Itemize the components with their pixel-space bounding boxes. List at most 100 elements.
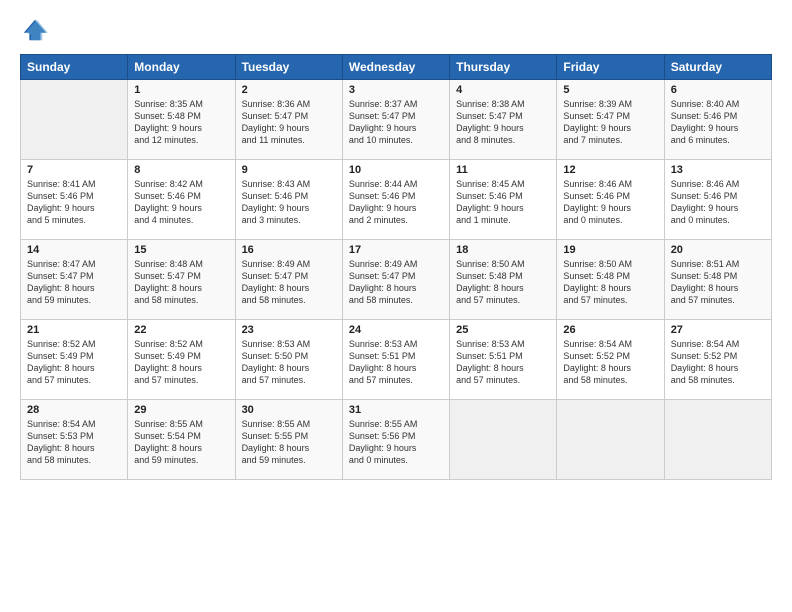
calendar-cell: 7 Sunrise: 8:41 AM Sunset: 5:46 PM Daylig… — [21, 160, 128, 240]
calendar-cell: 8Sunrise: 8:42 AM Sunset: 5:46 PM Daylig… — [128, 160, 235, 240]
calendar-cell — [450, 400, 557, 480]
calendar-cell: 15 Sunrise: 8:48 AM Sunset: 5:47 PM Dayli… — [128, 240, 235, 320]
day-info: Sunrise: 8:50 AM Sunset: 5:48 PM Dayligh… — [563, 258, 657, 307]
day-info: Sunrise: 8:38 AM Sunset: 5:47 PM Dayligh… — [456, 98, 550, 147]
day-info: Sunrise: 8:53 AM Sunset: 5:51 PM Dayligh… — [349, 338, 443, 387]
day-info: Sunrise: 8:41 AM Sunset: 5:46 PM Dayligh… — [27, 178, 121, 227]
calendar-cell: 11 Sunrise: 8:45 AM Sunset: 5:46 PM Dayli… — [450, 160, 557, 240]
day-info: Sunrise: 8:53 AM Sunset: 5:51 PM Dayligh… — [456, 338, 550, 387]
weekday-header-thursday: Thursday — [450, 55, 557, 80]
day-info: Sunrise: 8:49 AM Sunset: 5:47 PM Dayligh… — [349, 258, 443, 307]
day-number: 13 — [671, 164, 765, 176]
day-number: 28 — [27, 404, 121, 416]
day-info: Sunrise: 8:51 AM Sunset: 5:48 PM Dayligh… — [671, 258, 765, 307]
day-number: 17 — [349, 244, 443, 256]
weekday-header-row: SundayMondayTuesdayWednesdayThursdayFrid… — [21, 55, 772, 80]
day-info: Sunrise: 8:54 AM Sunset: 5:53 PM Dayligh… — [27, 418, 121, 467]
logo-icon — [20, 16, 48, 44]
day-info: Sunrise: 8:49 AM Sunset: 5:47 PM Dayligh… — [242, 258, 336, 307]
calendar-cell: 19Sunrise: 8:50 AM Sunset: 5:48 PM Dayli… — [557, 240, 664, 320]
calendar-cell: 10 Sunrise: 8:44 AM Sunset: 5:46 PM Dayli… — [342, 160, 449, 240]
day-info: Sunrise: 8:43 AM Sunset: 5:46 PM Dayligh… — [242, 178, 336, 227]
day-info: Sunrise: 8:55 AM Sunset: 5:55 PM Dayligh… — [242, 418, 336, 467]
day-number: 3 — [349, 84, 443, 96]
calendar-cell: 14 Sunrise: 8:47 AM Sunset: 5:47 PM Dayli… — [21, 240, 128, 320]
calendar-table: SundayMondayTuesdayWednesdayThursdayFrid… — [20, 54, 772, 480]
weekday-header-wednesday: Wednesday — [342, 55, 449, 80]
calendar-cell: 24 Sunrise: 8:53 AM Sunset: 5:51 PM Dayli… — [342, 320, 449, 400]
calendar-cell: 18Sunrise: 8:50 AM Sunset: 5:48 PM Dayli… — [450, 240, 557, 320]
calendar-cell: 23 Sunrise: 8:53 AM Sunset: 5:50 PM Dayli… — [235, 320, 342, 400]
calendar-cell: 22Sunrise: 8:52 AM Sunset: 5:49 PM Dayli… — [128, 320, 235, 400]
day-number: 4 — [456, 84, 550, 96]
day-info: Sunrise: 8:46 AM Sunset: 5:46 PM Dayligh… — [671, 178, 765, 227]
day-number: 26 — [563, 324, 657, 336]
day-number: 31 — [349, 404, 443, 416]
day-number: 29 — [134, 404, 228, 416]
calendar-cell: 30 Sunrise: 8:55 AM Sunset: 5:55 PM Dayli… — [235, 400, 342, 480]
calendar-cell: 12 Sunrise: 8:46 AM Sunset: 5:46 PM Dayli… — [557, 160, 664, 240]
calendar-cell: 25 Sunrise: 8:53 AM Sunset: 5:51 PM Dayli… — [450, 320, 557, 400]
calendar-cell: 21Sunrise: 8:52 AM Sunset: 5:49 PM Dayli… — [21, 320, 128, 400]
calendar-cell: 4 Sunrise: 8:38 AM Sunset: 5:47 PM Daylig… — [450, 80, 557, 160]
calendar-week-row: 7 Sunrise: 8:41 AM Sunset: 5:46 PM Daylig… — [21, 160, 772, 240]
day-number: 15 — [134, 244, 228, 256]
day-info: Sunrise: 8:50 AM Sunset: 5:48 PM Dayligh… — [456, 258, 550, 307]
day-number: 11 — [456, 164, 550, 176]
day-info: Sunrise: 8:47 AM Sunset: 5:47 PM Dayligh… — [27, 258, 121, 307]
calendar-cell: 6Sunrise: 8:40 AM Sunset: 5:46 PM Daylig… — [664, 80, 771, 160]
calendar-cell — [664, 400, 771, 480]
day-number: 8 — [134, 164, 228, 176]
day-info: Sunrise: 8:46 AM Sunset: 5:46 PM Dayligh… — [563, 178, 657, 227]
calendar-cell: 27 Sunrise: 8:54 AM Sunset: 5:52 PM Dayli… — [664, 320, 771, 400]
calendar-cell: 20Sunrise: 8:51 AM Sunset: 5:48 PM Dayli… — [664, 240, 771, 320]
day-number: 9 — [242, 164, 336, 176]
logo — [20, 16, 52, 44]
day-number: 27 — [671, 324, 765, 336]
calendar-cell: 13 Sunrise: 8:46 AM Sunset: 5:46 PM Dayli… — [664, 160, 771, 240]
calendar-cell: 5Sunrise: 8:39 AM Sunset: 5:47 PM Daylig… — [557, 80, 664, 160]
day-info: Sunrise: 8:54 AM Sunset: 5:52 PM Dayligh… — [671, 338, 765, 387]
day-info: Sunrise: 8:48 AM Sunset: 5:47 PM Dayligh… — [134, 258, 228, 307]
weekday-header-sunday: Sunday — [21, 55, 128, 80]
day-number: 16 — [242, 244, 336, 256]
day-info: Sunrise: 8:45 AM Sunset: 5:46 PM Dayligh… — [456, 178, 550, 227]
day-number: 12 — [563, 164, 657, 176]
day-number: 1 — [134, 84, 228, 96]
day-info: Sunrise: 8:37 AM Sunset: 5:47 PM Dayligh… — [349, 98, 443, 147]
weekday-header-tuesday: Tuesday — [235, 55, 342, 80]
calendar-cell: 29Sunrise: 8:55 AM Sunset: 5:54 PM Dayli… — [128, 400, 235, 480]
day-number: 14 — [27, 244, 121, 256]
day-info: Sunrise: 8:53 AM Sunset: 5:50 PM Dayligh… — [242, 338, 336, 387]
day-number: 23 — [242, 324, 336, 336]
day-number: 24 — [349, 324, 443, 336]
day-info: Sunrise: 8:44 AM Sunset: 5:46 PM Dayligh… — [349, 178, 443, 227]
header — [20, 16, 772, 44]
calendar-week-row: 21Sunrise: 8:52 AM Sunset: 5:49 PM Dayli… — [21, 320, 772, 400]
day-number: 21 — [27, 324, 121, 336]
day-number: 10 — [349, 164, 443, 176]
calendar-cell: 16 Sunrise: 8:49 AM Sunset: 5:47 PM Dayli… — [235, 240, 342, 320]
weekday-header-monday: Monday — [128, 55, 235, 80]
calendar-cell: 3 Sunrise: 8:37 AM Sunset: 5:47 PM Daylig… — [342, 80, 449, 160]
day-info: Sunrise: 8:35 AM Sunset: 5:48 PM Dayligh… — [134, 98, 228, 147]
calendar-cell — [557, 400, 664, 480]
calendar-cell: 1 Sunrise: 8:35 AM Sunset: 5:48 PM Daylig… — [128, 80, 235, 160]
calendar-cell: 17 Sunrise: 8:49 AM Sunset: 5:47 PM Dayli… — [342, 240, 449, 320]
day-number: 6 — [671, 84, 765, 96]
calendar-week-row: 14 Sunrise: 8:47 AM Sunset: 5:47 PM Dayli… — [21, 240, 772, 320]
day-info: Sunrise: 8:54 AM Sunset: 5:52 PM Dayligh… — [563, 338, 657, 387]
day-number: 7 — [27, 164, 121, 176]
weekday-header-saturday: Saturday — [664, 55, 771, 80]
day-number: 30 — [242, 404, 336, 416]
calendar-week-row: 28 Sunrise: 8:54 AM Sunset: 5:53 PM Dayli… — [21, 400, 772, 480]
calendar-cell: 2Sunrise: 8:36 AM Sunset: 5:47 PM Daylig… — [235, 80, 342, 160]
page-container: SundayMondayTuesdayWednesdayThursdayFrid… — [0, 0, 792, 612]
calendar-cell — [21, 80, 128, 160]
day-info: Sunrise: 8:55 AM Sunset: 5:56 PM Dayligh… — [349, 418, 443, 467]
calendar-cell: 26 Sunrise: 8:54 AM Sunset: 5:52 PM Dayli… — [557, 320, 664, 400]
day-number: 22 — [134, 324, 228, 336]
calendar-week-row: 1 Sunrise: 8:35 AM Sunset: 5:48 PM Daylig… — [21, 80, 772, 160]
day-info: Sunrise: 8:36 AM Sunset: 5:47 PM Dayligh… — [242, 98, 336, 147]
day-number: 25 — [456, 324, 550, 336]
